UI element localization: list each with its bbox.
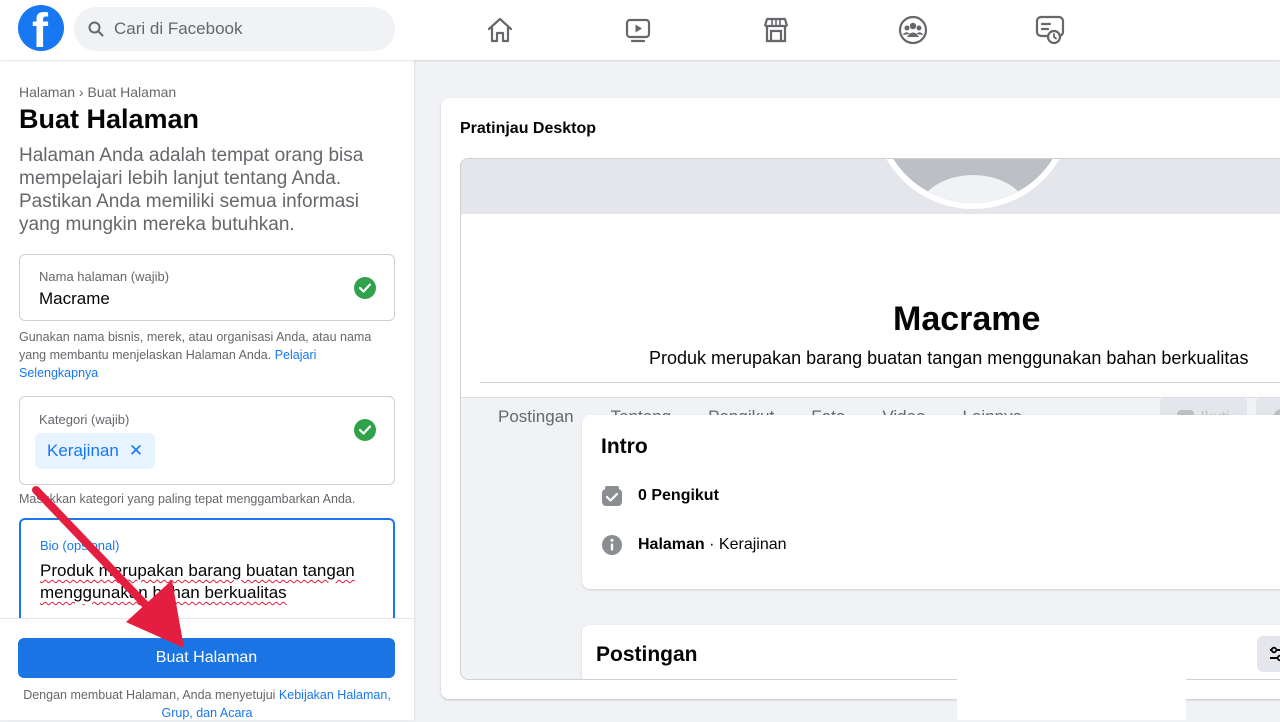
terms-notice: Dengan membuat Halaman, Anda menyetujui …: [19, 686, 395, 722]
remove-chip-icon[interactable]: ✕: [129, 441, 143, 461]
create-page-panel: Halaman › Buat Halaman Buat Halaman Hala…: [0, 60, 414, 720]
bio-field[interactable]: Bio (opsional) Produk merupakan barang b…: [19, 518, 395, 628]
top-navigation-bar: f: [0, 0, 1280, 60]
filter-icon: [1270, 646, 1280, 662]
filter-button[interactable]: [1257, 636, 1280, 672]
form-description: Halaman Anda adalah tempat orang bisa me…: [19, 145, 364, 235]
cover-photo: [461, 159, 1280, 214]
search-input[interactable]: [112, 18, 372, 40]
category-field[interactable]: Kategori (wajib) Kerajinan ✕: [19, 396, 395, 485]
page-name-helper: Gunakan nama bisnis, merek, atau organis…: [19, 328, 399, 382]
category-chip[interactable]: Kerajinan ✕: [35, 433, 156, 469]
terms-text: Dengan membuat Halaman, Anda menyetujui: [23, 688, 279, 702]
header-divider: [480, 382, 1280, 383]
category-separator: ·: [704, 536, 719, 553]
header-shadow: [461, 397, 1280, 398]
preview-title: Pratinjau Desktop: [460, 120, 597, 137]
video-icon[interactable]: [620, 12, 656, 48]
preview-page-bio: Produk merupakan barang buatan tangan me…: [649, 348, 1249, 368]
page-title: Buat Halaman: [19, 104, 200, 134]
page-name-input[interactable]: Macrame: [39, 289, 110, 309]
check-icon: [354, 277, 376, 299]
preview-frame: Macrame Produk merupakan barang buatan t…: [460, 158, 1280, 680]
preview-page-name: Macrame: [893, 300, 1041, 338]
followers-count: 0 Pengikut: [638, 487, 719, 504]
page-name-field[interactable]: Nama halaman (wajib) Macrame: [19, 254, 395, 321]
info-icon: [601, 534, 623, 556]
desktop-preview-card: Pratinjau Desktop Macrame Produk merupak…: [441, 98, 1280, 699]
category-label: Kategori (wajib): [39, 412, 130, 427]
gaming-icon[interactable]: [1032, 12, 1068, 48]
search-box[interactable]: [74, 7, 395, 51]
marketplace-icon[interactable]: [758, 12, 794, 48]
category-helper: Masukkan kategori yang paling tepat meng…: [19, 492, 356, 506]
create-page-button[interactable]: Buat Halaman: [18, 638, 395, 678]
bio-textarea[interactable]: Produk merupakan barang buatan tangan me…: [40, 560, 380, 604]
followers-icon: [601, 485, 623, 507]
page-name-label: Nama halaman (wajib): [39, 269, 170, 284]
posts-heading: Postingan: [596, 643, 698, 666]
breadcrumb[interactable]: Halaman › Buat Halaman: [19, 84, 176, 100]
bio-label: Bio (opsional): [40, 538, 120, 553]
intro-heading: Intro: [601, 435, 648, 458]
groups-icon[interactable]: [895, 12, 931, 48]
category-prefix: Halaman: [638, 536, 705, 553]
category-chip-label: Kerajinan: [47, 441, 119, 460]
facebook-logo[interactable]: f: [18, 5, 64, 51]
form-footer: Buat Halaman Dengan membuat Halaman, And…: [0, 618, 414, 720]
check-icon: [354, 419, 376, 441]
facebook-logo-letter: f: [32, 5, 48, 52]
page-name-helper-text: Gunakan nama bisnis, merek, atau organis…: [19, 330, 372, 362]
home-icon[interactable]: [482, 12, 518, 48]
category-value: Kerajinan: [718, 536, 787, 553]
category-row: Halaman · Kerajinan: [601, 534, 787, 556]
followers-row: 0 Pengikut: [601, 485, 719, 507]
intro-card: Intro 0 Pengikut Halaman · Kerajinan: [582, 415, 1280, 589]
page-header: Macrame Produk merupakan barang buatan t…: [461, 214, 1280, 439]
overlay-block: [957, 670, 1186, 720]
search-icon: [88, 21, 104, 37]
tab-posts[interactable]: Postingan: [498, 407, 574, 427]
